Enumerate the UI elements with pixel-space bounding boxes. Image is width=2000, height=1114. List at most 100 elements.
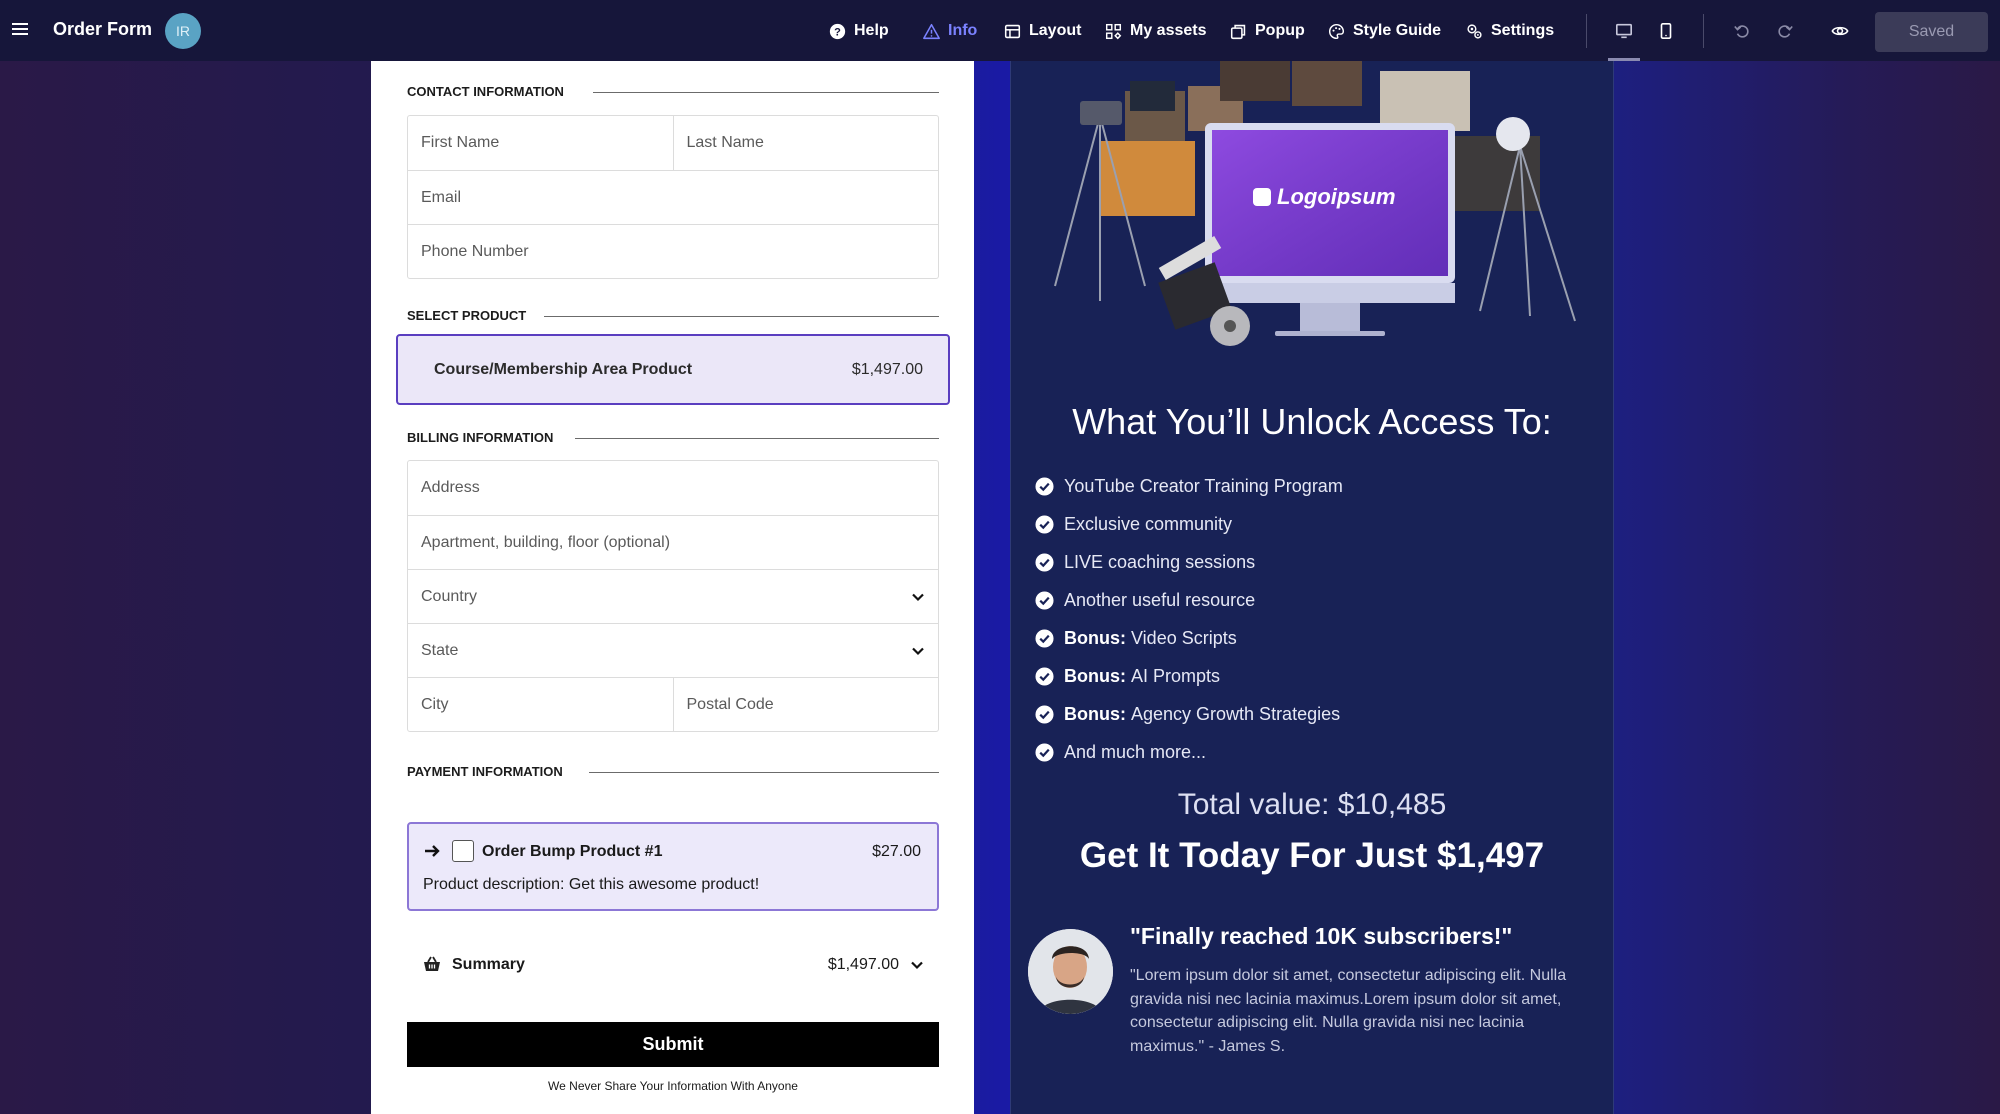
settings-icon: [1467, 23, 1482, 39]
order-bump-description: Product description: Get this awesome pr…: [423, 876, 760, 893]
benefit-prefix: Bonus:: [1064, 665, 1126, 686]
saved-button[interactable]: Saved: [1875, 12, 1988, 52]
address-input[interactable]: Address: [408, 461, 938, 515]
section-divider: [544, 316, 939, 317]
app-title: Order Form: [53, 19, 153, 39]
nav-layout[interactable]: Layout: [1004, 20, 1081, 42]
top-toolbar: Order Form IR ? Help Info Layout My asse…: [0, 0, 2000, 61]
layout-icon: [1004, 24, 1021, 38]
benefit-text: LIVE coaching sessions: [1064, 551, 1256, 572]
benefit-item: Bonus: AI Prompts: [1035, 657, 1343, 695]
country-select[interactable]: Country: [408, 570, 938, 623]
nav-settings[interactable]: Settings: [1466, 20, 1554, 42]
order-bump-checkbox[interactable]: [452, 840, 474, 862]
benefit-text: YouTube Creator Training Program: [1064, 475, 1343, 496]
check-circle-icon: [1035, 666, 1054, 686]
arrow-right-icon: [425, 845, 440, 857]
nav-settings-label: Settings: [1491, 22, 1555, 39]
toolbar-divider: [1703, 14, 1704, 48]
palette-icon: [1328, 23, 1345, 39]
product-name: Course/Membership Area Product: [434, 360, 693, 378]
summary-label: Summary: [452, 956, 525, 973]
order-summary-toggle[interactable]: Summary $1,497.00: [407, 938, 939, 992]
city-input[interactable]: City: [408, 678, 673, 731]
preview-eye-icon[interactable]: [1828, 19, 1852, 43]
price-headline: Get It Today For Just $1,497: [1079, 836, 1545, 875]
nav-my-assets[interactable]: My assets: [1105, 20, 1207, 42]
postal-code-input[interactable]: Postal Code: [672, 678, 939, 731]
chevron-down-icon: [912, 647, 924, 655]
check-circle-icon: [1035, 476, 1054, 496]
nav-style-guide[interactable]: Style Guide: [1328, 20, 1441, 42]
chevron-down-icon: [911, 961, 923, 970]
benefit-text: Agency Growth Strategies: [1131, 703, 1341, 724]
benefit-item: Bonus: Agency Growth Strategies: [1035, 695, 1343, 733]
nav-layout-label: Layout: [1029, 22, 1082, 39]
benefit-text: Video Scripts: [1131, 627, 1237, 648]
payment-heading: PAYMENT INFORMATION: [407, 764, 563, 779]
basket-icon: [424, 956, 440, 971]
submit-button[interactable]: Submit: [407, 1022, 939, 1067]
state-select-label: State: [421, 641, 459, 659]
section-divider: [575, 438, 939, 439]
testimonial-title: "Finally reached 10K subscribers!": [1130, 923, 1513, 949]
redo-icon[interactable]: [1773, 19, 1797, 43]
benefit-item: Exclusive community: [1035, 505, 1343, 543]
mobile-view-icon[interactable]: [1654, 19, 1678, 43]
benefit-item: Another useful resource: [1035, 581, 1343, 619]
email-input[interactable]: Email: [408, 171, 938, 224]
canvas-background-right: [1614, 61, 2000, 1114]
user-avatar[interactable]: IR: [165, 13, 201, 49]
warning-icon: [923, 23, 940, 39]
contact-heading: CONTACT INFORMATION: [407, 84, 564, 99]
nav-info[interactable]: Info: [923, 20, 977, 42]
help-icon: ?: [829, 23, 846, 39]
benefit-text: Another useful resource: [1064, 589, 1256, 610]
benefit-text: AI Prompts: [1131, 665, 1221, 686]
check-circle-icon: [1035, 514, 1054, 534]
benefit-item: And much more...: [1035, 733, 1343, 771]
order-bump-price: $27.00: [872, 843, 921, 860]
section-divider: [593, 92, 939, 93]
benefit-item: LIVE coaching sessions: [1035, 543, 1343, 581]
country-select-label: Country: [421, 587, 478, 605]
popup-icon: [1230, 24, 1246, 39]
chevron-down-icon: [912, 593, 924, 601]
nav-my-assets-label: My assets: [1130, 22, 1207, 39]
apartment-input[interactable]: Apartment, building, floor (optional): [408, 516, 938, 569]
state-select[interactable]: State: [408, 624, 938, 677]
benefit-prefix: Bonus:: [1064, 627, 1126, 648]
nav-popup[interactable]: Popup: [1230, 20, 1305, 42]
order-bump-title: Order Bump Product #1: [482, 843, 663, 860]
nav-popup-label: Popup: [1255, 22, 1305, 39]
hero-image: Logoipsum: [1054, 61, 1576, 346]
testimonial-avatar: [1028, 929, 1113, 1014]
product-option[interactable]: Course/Membership Area Product $1,497.00: [396, 334, 950, 405]
offer-heading: What You’ll Unlock Access To:: [1072, 401, 1552, 442]
desktop-view-icon[interactable]: [1612, 19, 1636, 43]
summary-amount: $1,497.00: [827, 956, 899, 973]
check-circle-icon: [1035, 628, 1054, 648]
total-value: Total value: $10,485: [1177, 788, 1447, 821]
assets-icon: [1105, 23, 1122, 39]
order-form-card: CONTACT INFORMATION First Name Last Name…: [371, 61, 974, 1114]
nav-help[interactable]: ? Help: [829, 20, 889, 42]
benefit-text: Exclusive community: [1064, 513, 1233, 534]
last-name-input[interactable]: Last Name: [672, 116, 939, 170]
nav-info-label: Info: [948, 22, 978, 39]
benefit-item: YouTube Creator Training Program: [1035, 467, 1343, 505]
benefit-list: YouTube Creator Training Program Exclusiv…: [1035, 467, 1343, 771]
contact-fields: First Name Last Name Email Phone Number: [407, 115, 939, 279]
undo-icon[interactable]: [1730, 19, 1754, 43]
testimonial-body: "Lorem ipsum dolor sit amet, consectetur…: [1130, 967, 1567, 1055]
logo-text: Logoipsum: [1277, 184, 1396, 209]
privacy-note: We Never Share Your Information With Any…: [548, 1079, 798, 1093]
benefit-prefix: Bonus:: [1064, 703, 1126, 724]
benefit-text: And much more...: [1064, 741, 1207, 762]
hamburger-menu-icon[interactable]: [12, 20, 28, 40]
phone-input[interactable]: Phone Number: [408, 225, 938, 278]
benefit-item: Bonus: Video Scripts: [1035, 619, 1343, 657]
section-divider: [589, 772, 939, 773]
first-name-input[interactable]: First Name: [408, 116, 673, 170]
product-heading: SELECT PRODUCT: [407, 308, 527, 323]
